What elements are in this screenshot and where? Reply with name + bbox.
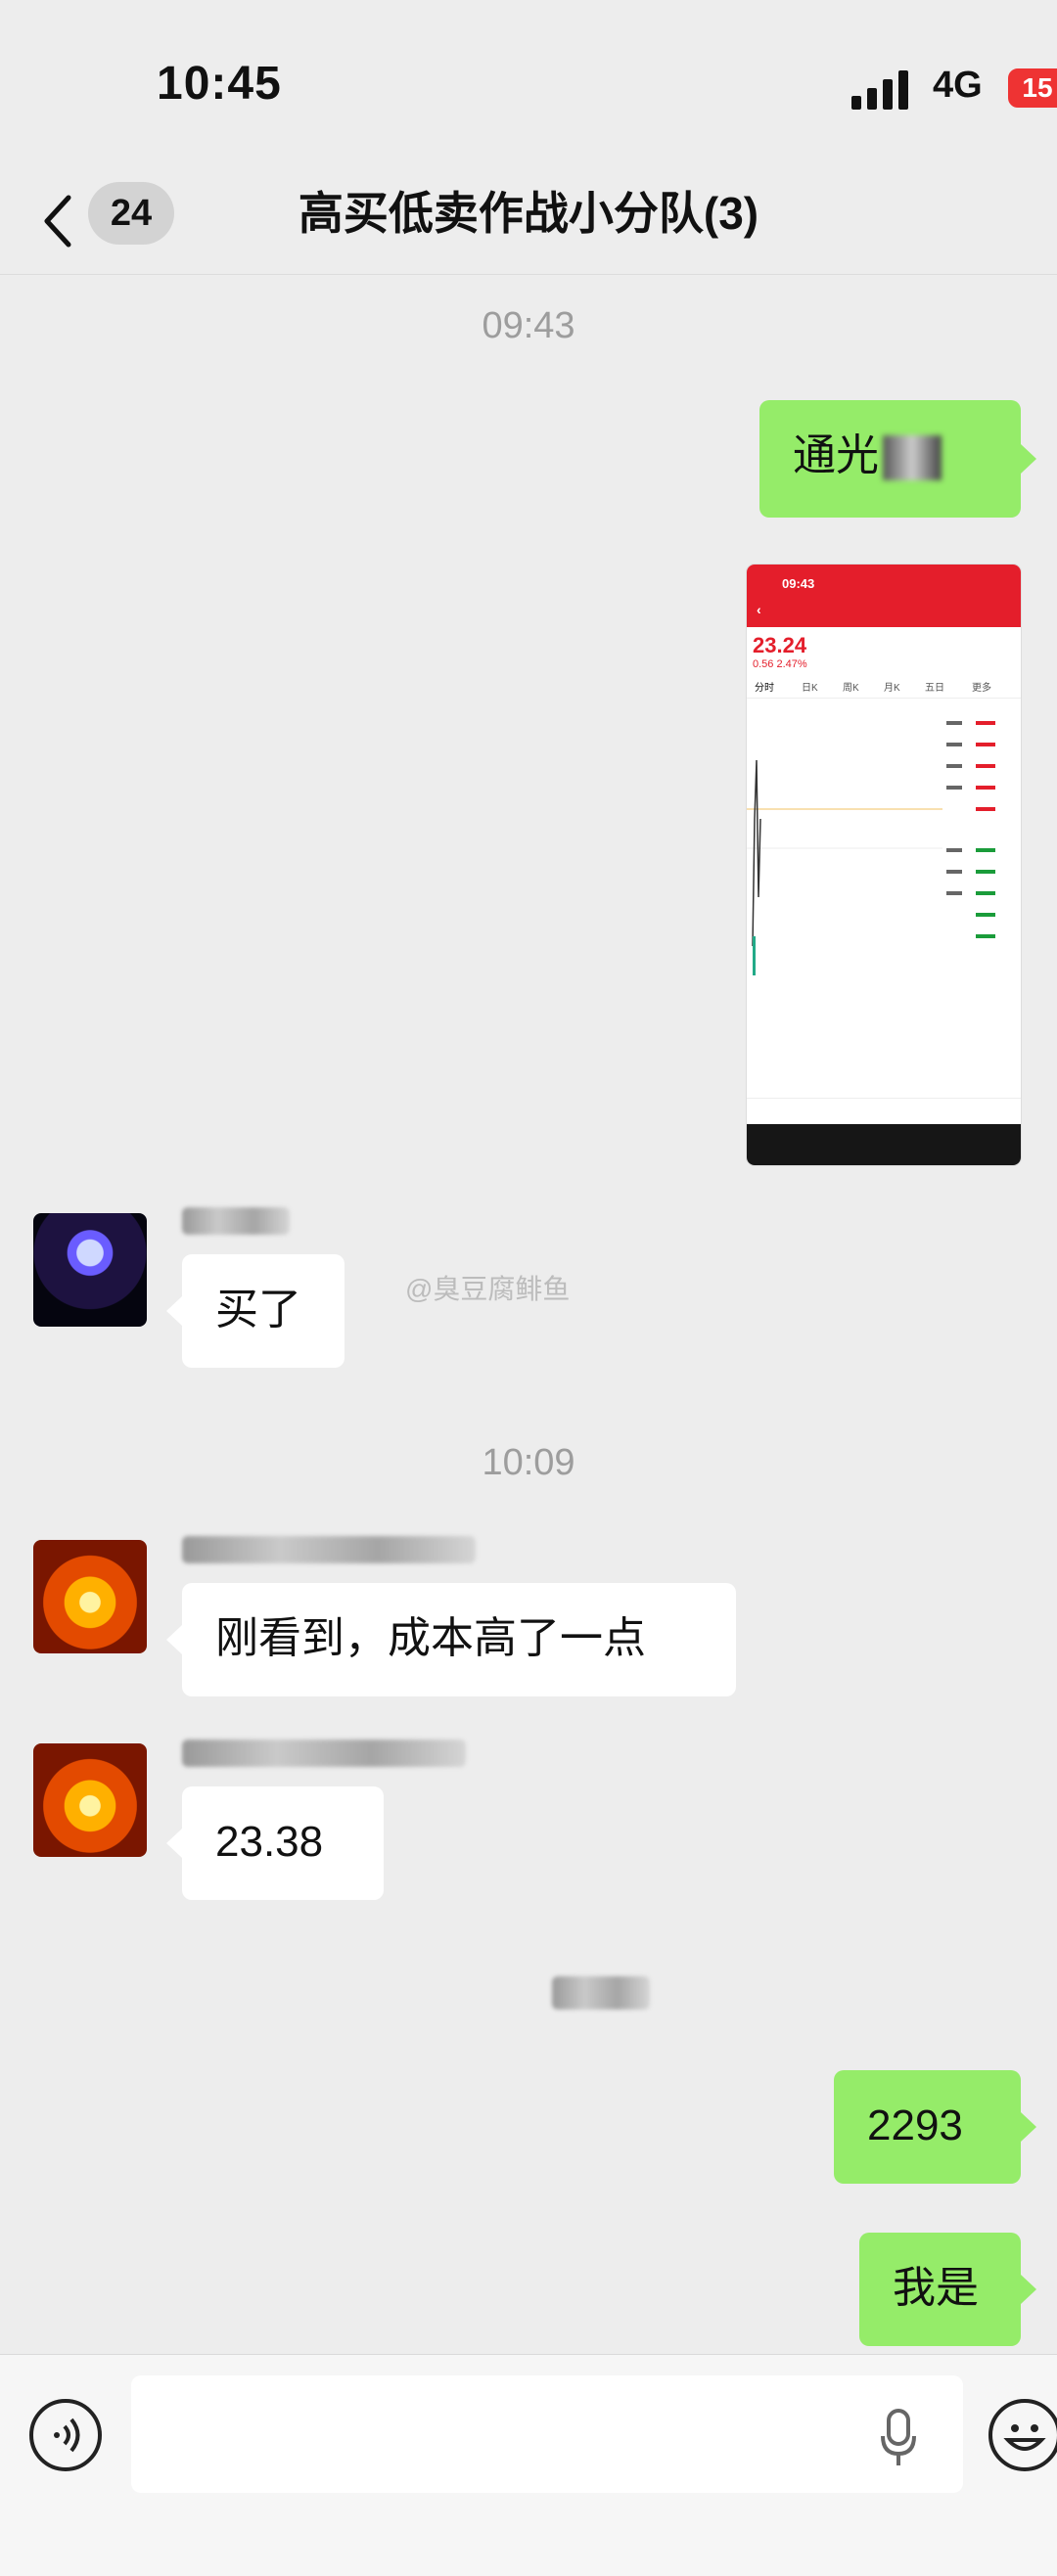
shot-change: 0.56 2.47%: [753, 658, 807, 670]
system-notice-blurred: [552, 1976, 650, 2010]
message-text: 2293: [867, 2101, 963, 2149]
avatar[interactable]: [33, 1743, 147, 1857]
message-text: 刚看到，成本高了一点: [215, 1614, 646, 1662]
message-bubble-other[interactable]: 买了: [182, 1254, 345, 1368]
mosaic-blur: [883, 435, 942, 481]
bubble-tail: [166, 1625, 182, 1654]
bubble-tail: [1021, 444, 1036, 474]
shot-tabs: 分时 日K 周K 月K 五日 更多: [747, 674, 1021, 699]
signal-icon: [851, 68, 912, 110]
bubble-tail: [1021, 2275, 1036, 2304]
timestamp: 09:43: [482, 305, 575, 346]
message-bubble-me[interactable]: 通光: [759, 400, 1021, 518]
bubble-tail: [166, 1296, 182, 1326]
shot-tab: 月K: [884, 683, 900, 694]
message-text: 通光: [793, 431, 879, 479]
shot-tab: 更多: [972, 683, 991, 694]
network-type: 4G: [933, 65, 983, 106]
sender-name-blurred: [182, 1536, 476, 1563]
status-time: 10:45: [157, 58, 282, 110]
sender-name-blurred: [182, 1740, 466, 1767]
emoji-icon[interactable]: [988, 2399, 1057, 2471]
timestamp: 10:09: [482, 1442, 575, 1483]
message-bubble-other[interactable]: 23.38: [182, 1786, 384, 1900]
shot-tab: 分时: [755, 683, 774, 694]
shot-toolbar: [747, 1124, 1021, 1165]
shot-order-book: [942, 701, 1021, 1044]
message-bubble-other[interactable]: 刚看到，成本高了一点: [182, 1583, 736, 1696]
sender-name-blurred: [182, 1207, 290, 1235]
message-text: 我是: [893, 2264, 979, 2312]
battery-icon: 15: [1008, 68, 1057, 108]
bubble-tail: [1021, 2112, 1036, 2142]
shot-chart: [747, 759, 942, 975]
shot-price: 23.24: [753, 633, 807, 657]
shot-header: 09:43 ‹: [747, 565, 1021, 627]
microphone-icon[interactable]: [879, 2407, 918, 2469]
shot-back-icon: ‹: [757, 602, 761, 617]
voice-input-icon[interactable]: [29, 2399, 102, 2471]
shot-time: 09:43: [782, 576, 815, 591]
shot-tab: 日K: [802, 683, 818, 694]
message-input[interactable]: [131, 2375, 963, 2493]
message-text: 23.38: [215, 1818, 324, 1866]
message-bubble-me[interactable]: 2293: [834, 2070, 1021, 2184]
bubble-tail: [166, 1829, 182, 1858]
avatar[interactable]: [33, 1213, 147, 1327]
chat-title[interactable]: 高买低卖作战小分队(3): [0, 182, 1057, 245]
shot-tab: 五日: [925, 683, 944, 694]
watermark: @臭豆腐鲱鱼: [405, 1274, 571, 1304]
message-text: 买了: [215, 1286, 301, 1333]
shot-tab: 周K: [843, 683, 859, 694]
shot-bottom-tabs: [747, 1098, 1021, 1124]
avatar[interactable]: [33, 1540, 147, 1653]
message-bubble-me[interactable]: 我是: [859, 2233, 1021, 2346]
image-message[interactable]: 09:43 ‹ 23.24 0.56 2.47% 分时 日K 周K 月K 五日 …: [747, 565, 1021, 1165]
